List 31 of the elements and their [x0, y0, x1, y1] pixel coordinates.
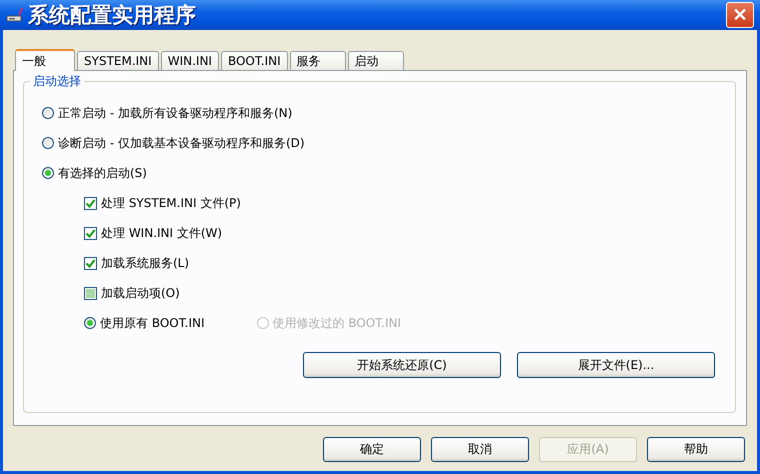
dialog-button[interactable]: 帮助 [647, 437, 745, 462]
tab[interactable]: 启动 [348, 51, 404, 70]
tab[interactable]: 服务 [290, 51, 346, 70]
radio-button[interactable] [42, 137, 54, 149]
push-button[interactable]: 展开文件(E)... [517, 352, 715, 378]
radio-label: 使用原有 BOOT.INI [100, 314, 205, 332]
close-button[interactable]: ✕ [726, 2, 754, 28]
checkbox[interactable] [84, 196, 97, 210]
radio-label: 使用修改过的 BOOT.INI [272, 314, 402, 332]
dialog-button[interactable]: 取消 [431, 437, 529, 462]
window-title: 系统配置实用程序 [28, 2, 197, 29]
radio-label: 有选择的启动(S) [58, 164, 147, 182]
radio-label: 正常启动 - 加载所有设备驱动程序和服务(N) [58, 104, 292, 122]
checkbox[interactable] [84, 226, 97, 240]
group-title: 启动选择 [30, 73, 84, 90]
tab[interactable]: WIN.INI [160, 51, 219, 70]
radio-button[interactable] [42, 167, 54, 179]
radio-button[interactable] [42, 107, 54, 119]
checkbox-label: 加载启动项(O) [101, 284, 180, 302]
checkbox-label: 处理 SYSTEM.INI 文件(P) [101, 194, 241, 212]
radio-button[interactable] [84, 317, 96, 329]
tab[interactable]: BOOT.INI [220, 51, 288, 70]
radio-label: 诊断启动 - 仅加载基本设备驱动程序和服务(D) [58, 134, 305, 152]
computer-icon [6, 7, 24, 23]
checkbox[interactable] [84, 256, 97, 270]
tab[interactable]: 一般 [15, 49, 75, 71]
tab[interactable]: SYSTEM.INI [77, 51, 159, 70]
push-button[interactable]: 开始系统还原(C) [303, 352, 501, 378]
checkbox-label: 处理 WIN.INI 文件(W) [101, 224, 222, 242]
checkbox-label: 加载系统服务(L) [101, 254, 190, 272]
dialog-button[interactable]: 确定 [323, 437, 421, 462]
